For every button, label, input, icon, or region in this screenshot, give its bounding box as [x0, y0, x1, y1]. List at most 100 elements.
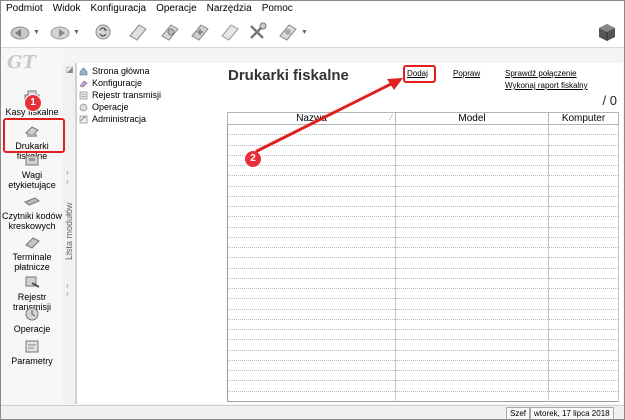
table-cell[interactable] — [548, 360, 619, 372]
table-cell[interactable] — [395, 206, 549, 218]
table-cell[interactable] — [395, 391, 549, 402]
table-row[interactable] — [227, 257, 619, 269]
modules-list-strip[interactable]: ◪ › › › › › › Lista modułów — [63, 63, 76, 404]
table-cell[interactable] — [548, 175, 619, 187]
table-row[interactable] — [227, 145, 619, 156]
table-cell[interactable] — [548, 206, 619, 218]
table-row[interactable] — [227, 134, 619, 146]
edit-button[interactable] — [159, 20, 181, 44]
menu-pomoc[interactable]: Pomoc — [257, 1, 298, 17]
table-cell[interactable] — [395, 227, 549, 238]
table-cell[interactable] — [227, 186, 396, 197]
table-cell[interactable] — [227, 257, 396, 269]
table-row[interactable] — [227, 309, 619, 320]
column-header-nazwa[interactable]: Nazwa ⁄ — [227, 112, 396, 125]
table-row[interactable] — [227, 298, 619, 310]
table-cell[interactable] — [227, 350, 396, 361]
table-cell[interactable] — [395, 288, 549, 300]
table-cell[interactable] — [395, 298, 549, 310]
table-cell[interactable] — [548, 237, 619, 249]
table-row[interactable] — [227, 206, 619, 218]
table-cell[interactable] — [227, 268, 396, 279]
table-cell[interactable] — [227, 370, 396, 382]
menu-konfiguracja[interactable]: Konfiguracja — [85, 1, 151, 17]
table-row[interactable] — [227, 268, 619, 279]
table-cell[interactable] — [395, 319, 549, 331]
table-row[interactable] — [227, 278, 619, 290]
nav-item-rejestr-transmisji[interactable]: Rejestr transmisji — [79, 89, 161, 101]
menu-narzedzia[interactable]: Narzędzia — [202, 1, 257, 17]
table-cell[interactable] — [227, 196, 396, 208]
table-row[interactable] — [227, 216, 619, 228]
table-cell[interactable] — [227, 216, 396, 228]
table-cell[interactable] — [548, 350, 619, 361]
table-cell[interactable] — [395, 237, 549, 249]
table-cell[interactable] — [395, 339, 549, 351]
table-cell[interactable] — [227, 309, 396, 320]
table-cell[interactable] — [395, 370, 549, 382]
table-cell[interactable] — [548, 268, 619, 279]
table-cell[interactable] — [548, 155, 619, 167]
table-cell[interactable] — [227, 134, 396, 146]
table-cell[interactable] — [227, 329, 396, 341]
sync-button[interactable] — [189, 20, 211, 44]
document-button[interactable] — [127, 20, 149, 44]
table-cell[interactable] — [548, 257, 619, 269]
table-cell[interactable] — [548, 309, 619, 320]
table-cell[interactable] — [227, 319, 396, 331]
table-cell[interactable] — [548, 319, 619, 331]
refresh-button[interactable] — [93, 20, 113, 44]
table-row[interactable] — [227, 319, 619, 331]
fiscal-report-link[interactable]: Wykonaj raport fiskalny — [505, 81, 588, 90]
chevron-right-icon[interactable]: › — [66, 289, 69, 298]
check-connection-link[interactable]: Sprawdź połączenie — [505, 69, 577, 78]
table-cell[interactable] — [395, 165, 549, 177]
table-cell[interactable] — [548, 145, 619, 156]
table-row[interactable] — [227, 165, 619, 177]
nav-item-konfiguracje[interactable]: Konfiguracje — [79, 77, 142, 89]
table-cell[interactable] — [548, 165, 619, 177]
table-row[interactable] — [227, 186, 619, 197]
table-row[interactable] — [227, 391, 619, 402]
table-cell[interactable] — [395, 155, 549, 167]
table-cell[interactable] — [395, 268, 549, 279]
table-cell[interactable] — [395, 257, 549, 269]
table-cell[interactable] — [548, 380, 619, 392]
table-row[interactable] — [227, 155, 619, 167]
tools-button[interactable] — [247, 20, 269, 44]
table-cell[interactable] — [395, 134, 549, 146]
table-row[interactable] — [227, 350, 619, 361]
table-row[interactable] — [227, 237, 619, 249]
table-cell[interactable] — [548, 339, 619, 351]
chevron-right-icon[interactable]: › — [66, 168, 69, 177]
table-row[interactable] — [227, 175, 619, 187]
table-cell[interactable] — [395, 360, 549, 372]
table-cell[interactable] — [395, 175, 549, 187]
column-header-komputer[interactable]: Komputer — [548, 112, 619, 125]
table-cell[interactable] — [227, 298, 396, 310]
table-row[interactable] — [227, 329, 619, 341]
module-operacje[interactable]: Operacje — [1, 306, 63, 334]
nav-item-administracja[interactable]: Administracja — [79, 113, 146, 125]
table-row[interactable] — [227, 360, 619, 372]
table-cell[interactable] — [227, 360, 396, 372]
table-cell[interactable] — [548, 196, 619, 208]
back-button[interactable]: ▼ — [9, 20, 40, 44]
table-cell[interactable] — [227, 237, 396, 249]
table-cell[interactable] — [548, 298, 619, 310]
table-cell[interactable] — [395, 380, 549, 392]
edit-link[interactable]: Popraw — [453, 69, 480, 78]
table-cell[interactable] — [548, 186, 619, 197]
table-cell[interactable] — [227, 380, 396, 392]
table-row[interactable] — [227, 288, 619, 300]
nav-item-operacje[interactable]: Operacje — [79, 101, 129, 113]
module-parametry[interactable]: Parametry — [1, 338, 63, 366]
table-cell[interactable] — [395, 124, 549, 136]
menu-podmiot[interactable]: Podmiot — [1, 1, 48, 17]
table-cell[interactable] — [395, 278, 549, 290]
table-cell[interactable] — [548, 370, 619, 382]
table-cell[interactable] — [395, 350, 549, 361]
table-row[interactable] — [227, 339, 619, 351]
table-cell[interactable] — [548, 288, 619, 300]
table-row[interactable] — [227, 247, 619, 259]
